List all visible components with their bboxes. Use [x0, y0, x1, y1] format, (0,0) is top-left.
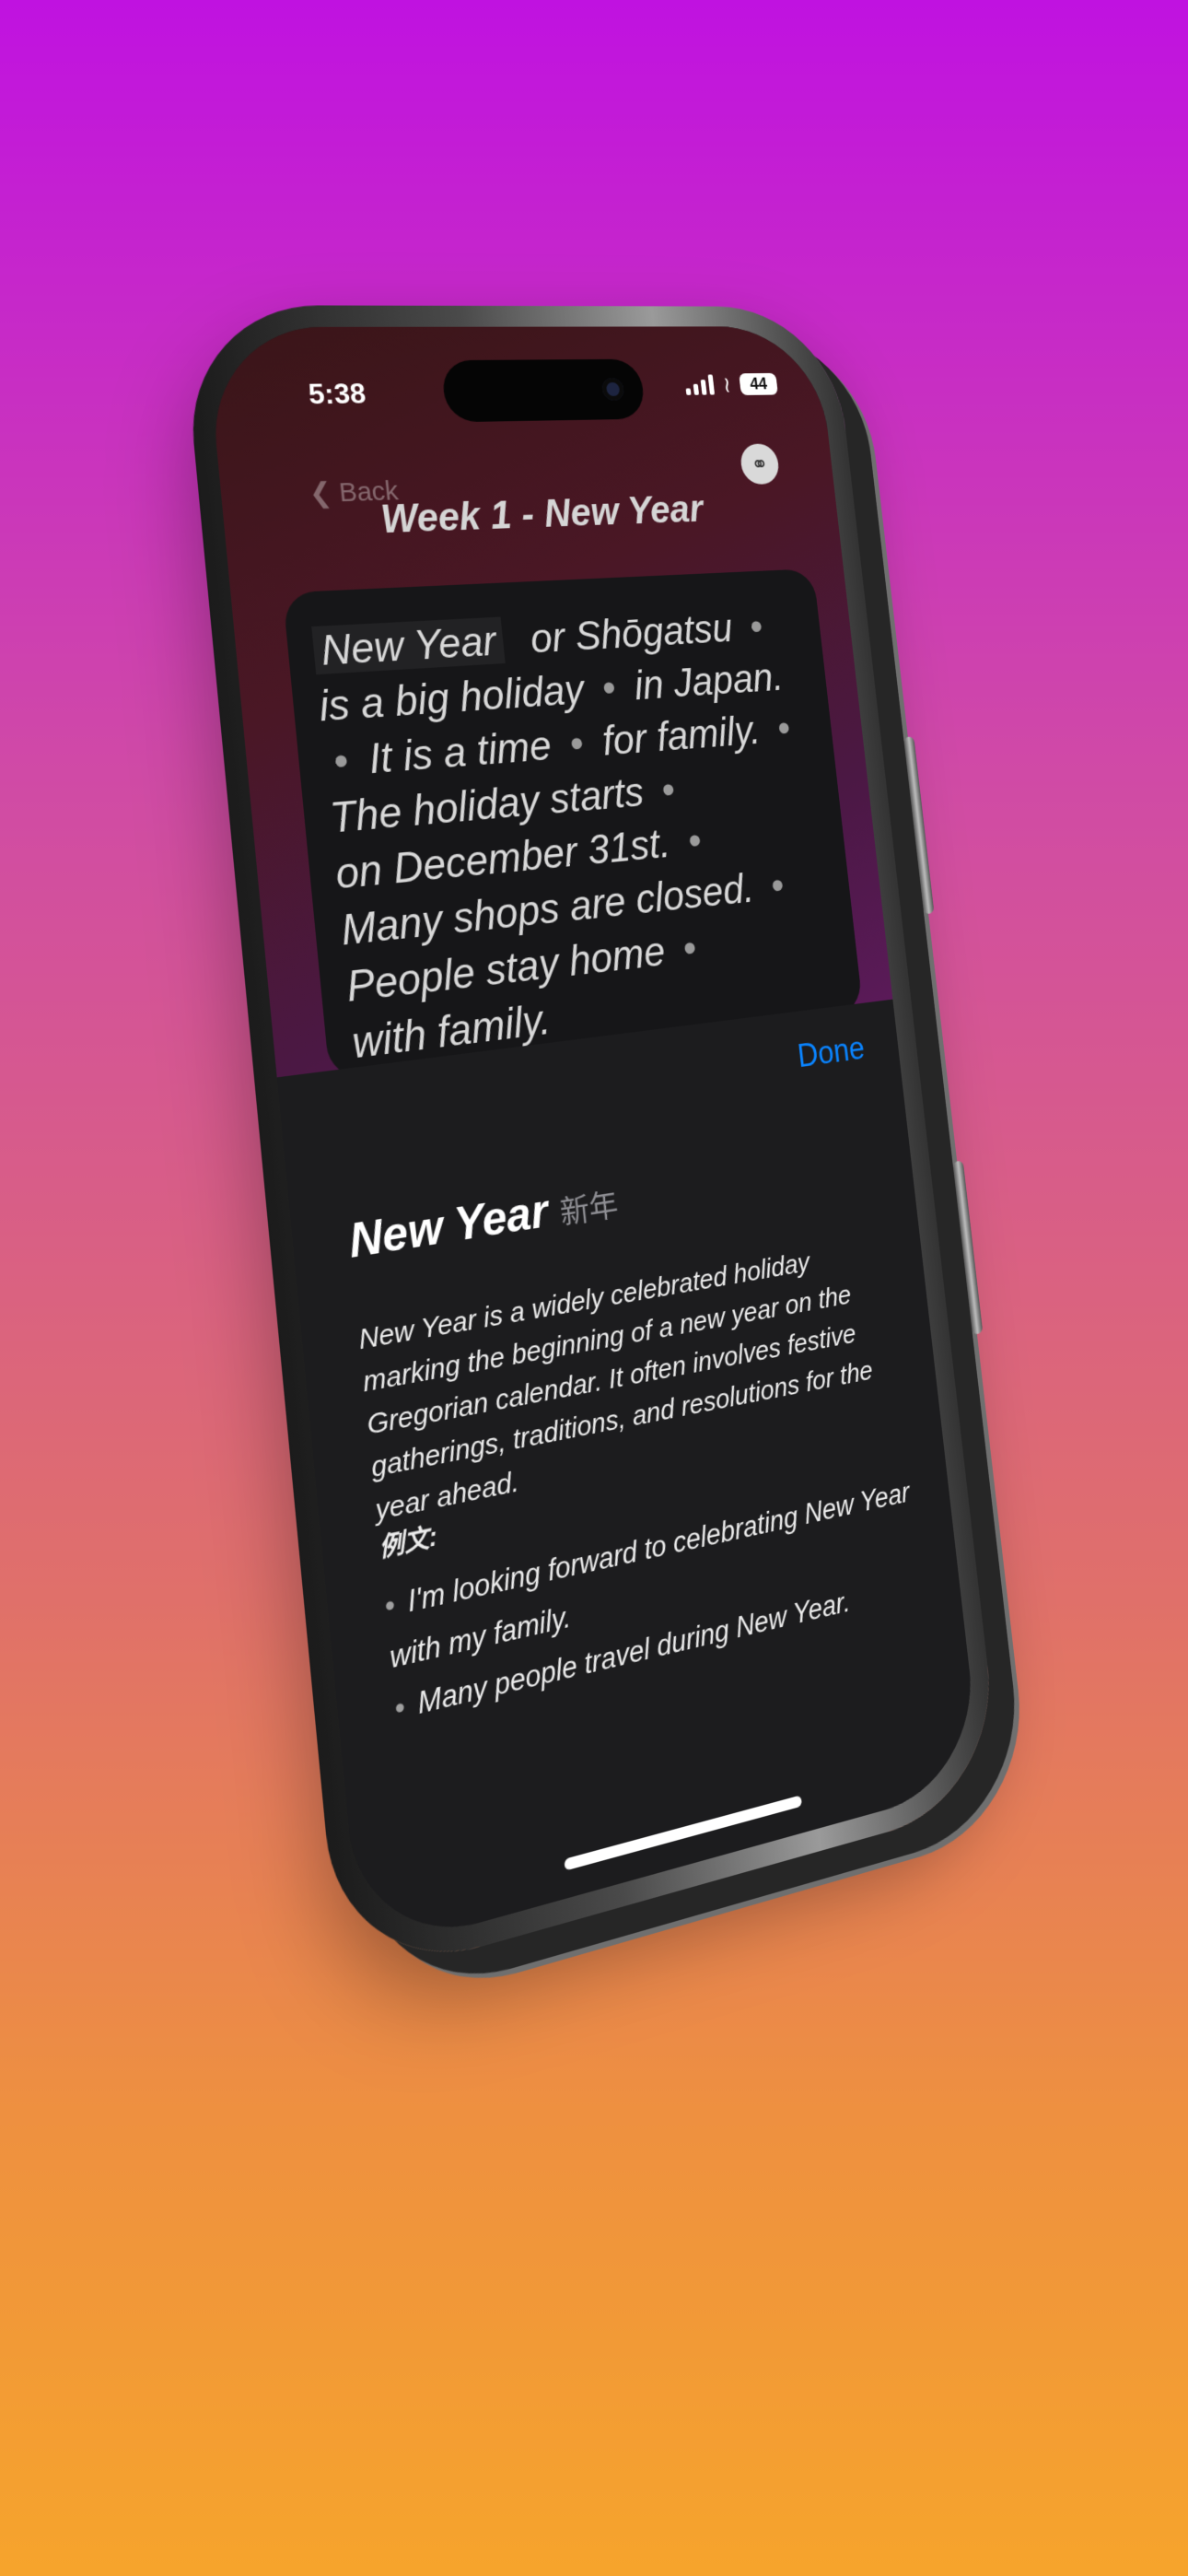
phone-mockup: 5:38 ≀ 44 ❮ Back ⚭ Week 1 - New Year New…	[181, 305, 1004, 1986]
camera-icon	[600, 378, 625, 401]
separator-dot: •	[331, 735, 351, 786]
word-detail-sheet: Done New Year 新年 New Year is a widely ce…	[276, 999, 983, 1956]
bullet-icon: •	[392, 1689, 407, 1727]
separator-dot: •	[567, 719, 587, 767]
passage-card: New Year or Shōgatsu • is a big holiday …	[282, 568, 864, 1081]
separator-dot: •	[681, 923, 699, 972]
word-heading: New Year 新年	[346, 1173, 620, 1269]
dynamic-island	[440, 358, 646, 423]
bullet-icon: •	[383, 1587, 397, 1624]
battery-icon: 44	[739, 372, 778, 396]
promo-stage: 5:38 ≀ 44 ❮ Back ⚭ Week 1 - New Year New…	[0, 0, 1188, 2576]
status-icons: ≀ 44	[684, 371, 778, 398]
side-button-lower	[952, 1160, 984, 1335]
wifi-icon: ≀	[721, 371, 732, 398]
done-button[interactable]: Done	[796, 1029, 867, 1074]
headphones-icon[interactable]: ⚭	[739, 443, 781, 486]
passage-text: New Year or Shōgatsu • is a big holiday …	[311, 598, 843, 1071]
word-japanese: 新年	[558, 1187, 621, 1232]
separator-dot: •	[659, 766, 678, 814]
passage-segment[interactable]: in Japan.	[632, 654, 785, 708]
passage-segment[interactable]: is a big holiday	[317, 666, 586, 731]
navigation-bar: ❮ Back ⚭ Week 1 - New Year	[217, 442, 839, 558]
status-time: 5:38	[307, 377, 367, 411]
word-english: New Year	[346, 1184, 551, 1269]
side-button	[903, 736, 935, 915]
passage-segment[interactable]: or Shōgatsu	[528, 605, 734, 662]
passage-segment[interactable]: It is a time	[367, 721, 553, 782]
separator-dot: •	[775, 705, 793, 751]
separator-dot: •	[747, 603, 765, 649]
separator-dot: •	[685, 816, 705, 864]
status-bar: 5:38 ≀ 44	[205, 326, 827, 438]
separator-dot: •	[600, 663, 619, 711]
signal-icon	[684, 374, 716, 395]
separator-dot: •	[768, 861, 786, 908]
highlighted-word[interactable]: New Year	[311, 616, 506, 675]
passage-segment[interactable]: for family.	[600, 707, 762, 764]
reading-view: 5:38 ≀ 44 ❮ Back ⚭ Week 1 - New Year New…	[204, 326, 893, 1081]
